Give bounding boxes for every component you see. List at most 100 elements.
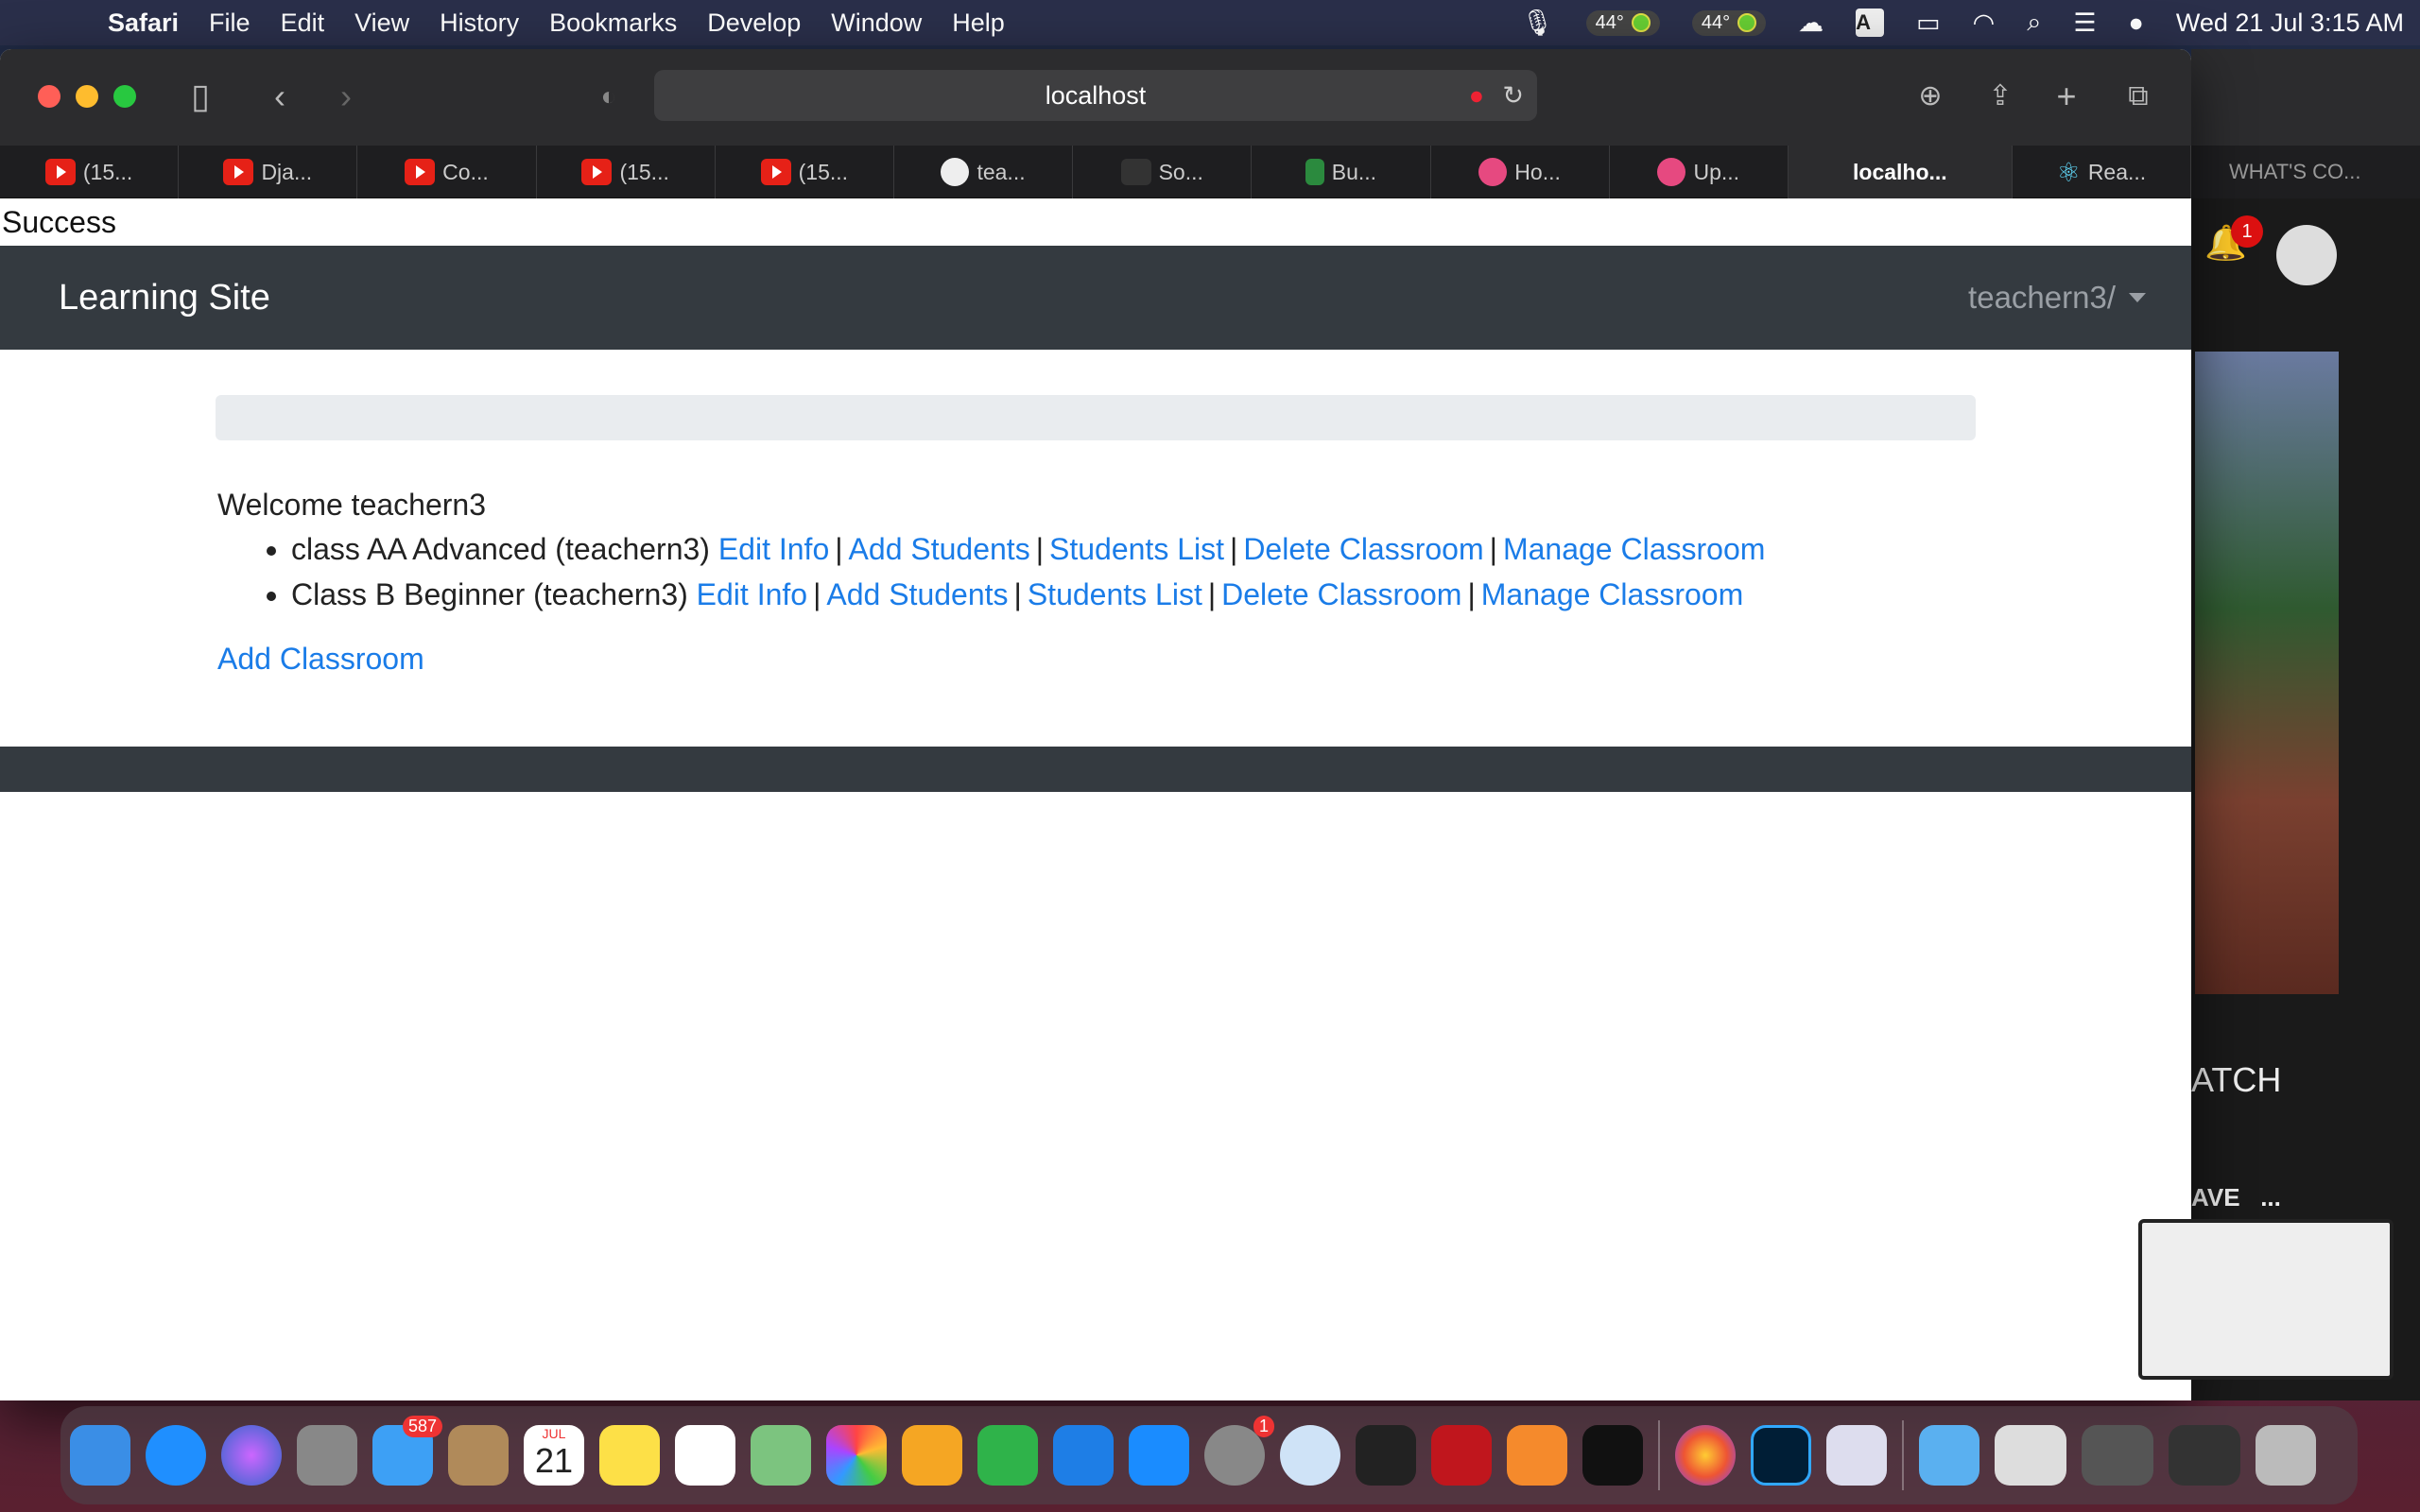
- numbers-icon[interactable]: [977, 1425, 1038, 1486]
- siri-icon[interactable]: [221, 1425, 282, 1486]
- preview-icon[interactable]: [1826, 1425, 1887, 1486]
- firefox-icon[interactable]: [1675, 1425, 1736, 1486]
- back-icon[interactable]: ‹: [259, 76, 301, 117]
- safari-icon[interactable]: [146, 1425, 206, 1486]
- manage-classroom-link[interactable]: Manage Classroom: [1481, 577, 1743, 611]
- students-list-link[interactable]: Students List: [1028, 577, 1202, 611]
- add-students-link[interactable]: Add Students: [826, 577, 1008, 611]
- system-preferences-icon[interactable]: 1: [1204, 1416, 1274, 1486]
- delete-classroom-link[interactable]: Delete Classroom: [1243, 532, 1483, 566]
- trash-icon[interactable]: [2256, 1425, 2316, 1486]
- sidebar-icon[interactable]: ▯: [180, 76, 221, 117]
- microphone-icon[interactable]: ●: [1469, 70, 1484, 121]
- tab-label: tea...: [977, 159, 1026, 184]
- window-thumb-icon[interactable]: [2082, 1425, 2153, 1486]
- wifi-icon[interactable]: ◠: [1973, 9, 1996, 38]
- add-classroom-link[interactable]: Add Classroom: [217, 642, 2191, 677]
- privacy-shield-icon[interactable]: ◐: [588, 76, 630, 117]
- close-window-button[interactable]: [38, 85, 60, 108]
- delete-classroom-link[interactable]: Delete Classroom: [1221, 577, 1461, 611]
- pages-icon[interactable]: [902, 1425, 962, 1486]
- tab-up[interactable]: Up...: [1610, 146, 1789, 198]
- mail-icon[interactable]: 587: [372, 1416, 442, 1486]
- control-center-icon[interactable]: ☰: [2073, 9, 2096, 38]
- contacts-icon[interactable]: [448, 1425, 509, 1486]
- search-icon[interactable]: ⌕: [2027, 8, 2041, 38]
- apple-tv-icon[interactable]: [1582, 1425, 1643, 1486]
- menu-develop[interactable]: Develop: [707, 9, 801, 38]
- tab-label: Up...: [1693, 159, 1740, 184]
- tab-ho[interactable]: Ho...: [1431, 146, 1610, 198]
- video-thumbnail[interactable]: [2195, 352, 2339, 994]
- acrobat-icon[interactable]: [1431, 1425, 1492, 1486]
- downloads-icon[interactable]: ⊕: [1910, 76, 1951, 117]
- menu-file[interactable]: File: [209, 9, 251, 38]
- temperature-widget-1[interactable]: 44°: [1585, 9, 1660, 36]
- calendar-icon[interactable]: JUL 21: [524, 1425, 584, 1486]
- downloads-icon[interactable]: [1919, 1425, 1979, 1486]
- share-icon[interactable]: ⇪: [1979, 76, 2021, 117]
- site-brand[interactable]: Learning Site: [59, 278, 270, 318]
- minimize-window-button[interactable]: [76, 85, 98, 108]
- avatar[interactable]: [2276, 225, 2337, 285]
- menu-help[interactable]: Help: [952, 9, 1005, 38]
- menu-view[interactable]: View: [354, 9, 409, 38]
- edit-info-link[interactable]: Edit Info: [718, 532, 829, 566]
- background-tab[interactable]: WHAT'S CO...: [2191, 146, 2420, 198]
- caret-down-icon: [2129, 293, 2146, 302]
- zoom-window-button[interactable]: [113, 85, 136, 108]
- siri-icon[interactable]: ●: [2129, 9, 2144, 38]
- address-bar[interactable]: localhost ● ↻: [654, 70, 1537, 121]
- notification-badge: 1: [2231, 215, 2263, 248]
- keynote-icon[interactable]: [1053, 1425, 1114, 1486]
- maps-icon[interactable]: [751, 1425, 811, 1486]
- tab-react[interactable]: ⚛ Rea...: [2013, 146, 2191, 198]
- tab-bu[interactable]: Bu...: [1252, 146, 1431, 198]
- sublime-icon[interactable]: [1507, 1425, 1567, 1486]
- screenshot-thumbnail[interactable]: [2138, 1219, 2394, 1380]
- menu-edit[interactable]: Edit: [281, 9, 325, 38]
- tab-youtube-5[interactable]: (15...: [716, 146, 894, 198]
- tab-youtube-3[interactable]: Co...: [357, 146, 537, 198]
- terminal-icon[interactable]: [1356, 1425, 1416, 1486]
- no-entry-icon[interactable]: [1280, 1425, 1340, 1486]
- new-tab-icon[interactable]: +: [2046, 76, 2087, 117]
- more-icon[interactable]: ...: [2260, 1183, 2281, 1211]
- tab-youtube-4[interactable]: (15...: [537, 146, 716, 198]
- manage-classroom-link[interactable]: Manage Classroom: [1503, 532, 1765, 566]
- launchpad-icon[interactable]: [297, 1425, 357, 1486]
- user-dropdown[interactable]: teachern3/: [1968, 280, 2146, 316]
- reload-icon[interactable]: ↻: [1502, 70, 1524, 121]
- menu-history[interactable]: History: [440, 9, 519, 38]
- input-source-icon[interactable]: A: [1856, 9, 1885, 37]
- photos-icon[interactable]: [826, 1425, 887, 1486]
- window-thumb-icon[interactable]: [1995, 1425, 2066, 1486]
- tab-youtube-2[interactable]: Dja...: [179, 146, 358, 198]
- add-students-link[interactable]: Add Students: [849, 532, 1030, 566]
- edit-info-link[interactable]: Edit Info: [697, 577, 807, 611]
- creative-cloud-icon[interactable]: ☁: [1798, 9, 1824, 38]
- temperature-widget-2[interactable]: 44°: [1691, 9, 1767, 36]
- tab-so[interactable]: So...: [1073, 146, 1253, 198]
- menu-app-name[interactable]: Safari: [108, 9, 179, 38]
- tab-overview-icon[interactable]: ⧉: [2118, 76, 2159, 117]
- menu-window[interactable]: Window: [831, 9, 922, 38]
- notes-icon[interactable]: [599, 1425, 660, 1486]
- app-store-icon[interactable]: [1129, 1425, 1189, 1486]
- tab-localhost[interactable]: localho...: [1788, 146, 2013, 198]
- battery-icon[interactable]: ▭: [1916, 9, 1941, 38]
- window-thumb-icon[interactable]: [2169, 1425, 2240, 1486]
- tab-youtube-1[interactable]: (15...: [0, 146, 180, 198]
- tab-label: Bu...: [1331, 159, 1377, 184]
- photoshop-icon[interactable]: [1751, 1425, 1811, 1486]
- students-list-link[interactable]: Students List: [1049, 532, 1224, 566]
- tab-label: Dja...: [261, 159, 313, 184]
- finder-icon[interactable]: [70, 1425, 130, 1486]
- clock[interactable]: Wed 21 Jul 3:15 AM: [2176, 9, 2404, 38]
- tab-github[interactable]: tea...: [894, 146, 1074, 198]
- reminders-icon[interactable]: [675, 1425, 735, 1486]
- background-browser-window: WHAT'S CO... 🔔 1 ATCH AVE ...: [2191, 49, 2420, 1400]
- forward-icon[interactable]: ›: [325, 76, 367, 117]
- microphone-icon[interactable]: 🎙: [1521, 8, 1553, 38]
- menu-bookmarks[interactable]: Bookmarks: [549, 9, 677, 38]
